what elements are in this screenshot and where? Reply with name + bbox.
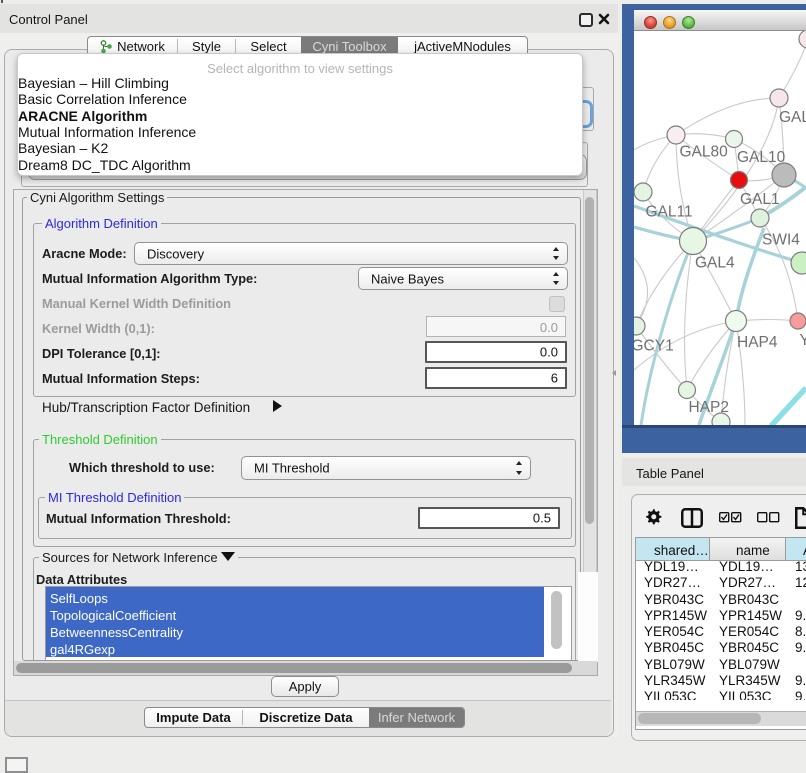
- svg-text:GAL10: GAL10: [737, 149, 786, 166]
- svg-text:SWI4: SWI4: [762, 232, 800, 249]
- svg-text:Y: Y: [800, 332, 806, 349]
- svg-text:GAL4: GAL4: [695, 255, 735, 272]
- svg-text:GCY1: GCY1: [634, 338, 674, 355]
- svg-text:HAP2: HAP2: [689, 399, 730, 416]
- svg-text:GAL11: GAL11: [646, 204, 693, 221]
- svg-text:GAL80: GAL80: [680, 144, 729, 161]
- svg-text:GAL1: GAL1: [740, 191, 780, 208]
- svg-text:HAP4: HAP4: [737, 334, 778, 351]
- svg-text:GAL8: GAL8: [779, 109, 806, 126]
